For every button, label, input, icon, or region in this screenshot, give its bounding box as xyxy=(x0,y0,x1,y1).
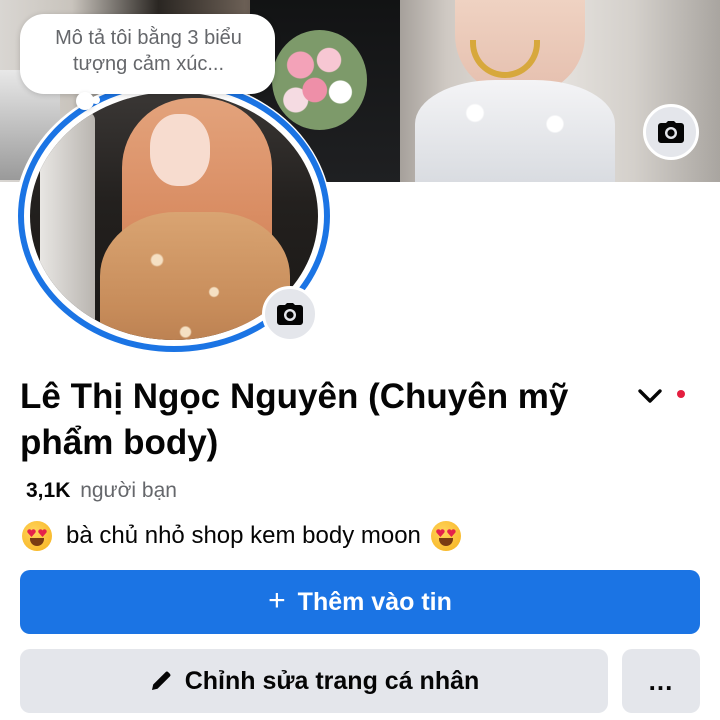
more-options-button[interactable]: ... xyxy=(622,649,700,713)
edit-profile-label: Chỉnh sửa trang cá nhân xyxy=(184,666,480,695)
cover-photo-dress xyxy=(415,80,615,182)
edit-profile-button[interactable]: Chỉnh sửa trang cá nhân xyxy=(20,649,608,713)
cover-photo-bouquet xyxy=(272,30,367,130)
friends-count[interactable]: 3,1K người bạn xyxy=(26,478,177,504)
friends-count-label: người bạn xyxy=(80,479,177,502)
plus-icon: + xyxy=(268,583,286,617)
pencil-icon xyxy=(151,671,171,690)
avatar-photo-dress xyxy=(100,212,290,340)
add-to-story-button[interactable]: + Thêm vào tin xyxy=(20,570,700,634)
camera-icon xyxy=(658,121,684,143)
camera-icon xyxy=(277,303,303,325)
heart-eyes-emoji-icon xyxy=(22,521,52,551)
profile-bio-text: bà chủ nhỏ shop kem body moon xyxy=(66,522,421,549)
avatar-camera-button[interactable] xyxy=(262,286,318,342)
more-options-label: ... xyxy=(648,665,674,696)
profile-note-text: Mô tả tôi bằng 3 biểu tượng cảm xúc... xyxy=(55,27,242,75)
profile-name: Lê Thị Ngọc Nguyên (Chuyên mỹ phẩm body) xyxy=(20,377,569,462)
add-to-story-label: Thêm vào tin xyxy=(297,587,452,616)
profile-note-bubble[interactable]: Mô tả tôi bằng 3 biểu tượng cảm xúc... xyxy=(20,14,275,94)
note-bubble-tail-small xyxy=(92,96,100,104)
profile-bio: bà chủ nhỏ shop kem body moon xyxy=(22,518,461,554)
cover-camera-button[interactable] xyxy=(643,104,699,160)
friends-count-value: 3,1K xyxy=(26,479,71,502)
avatar-photo-face xyxy=(150,114,210,186)
chevron-down-icon[interactable] xyxy=(636,384,664,408)
notification-dot xyxy=(677,390,685,398)
heart-eyes-emoji-icon xyxy=(430,521,461,551)
avatar-photo-door xyxy=(40,112,95,332)
